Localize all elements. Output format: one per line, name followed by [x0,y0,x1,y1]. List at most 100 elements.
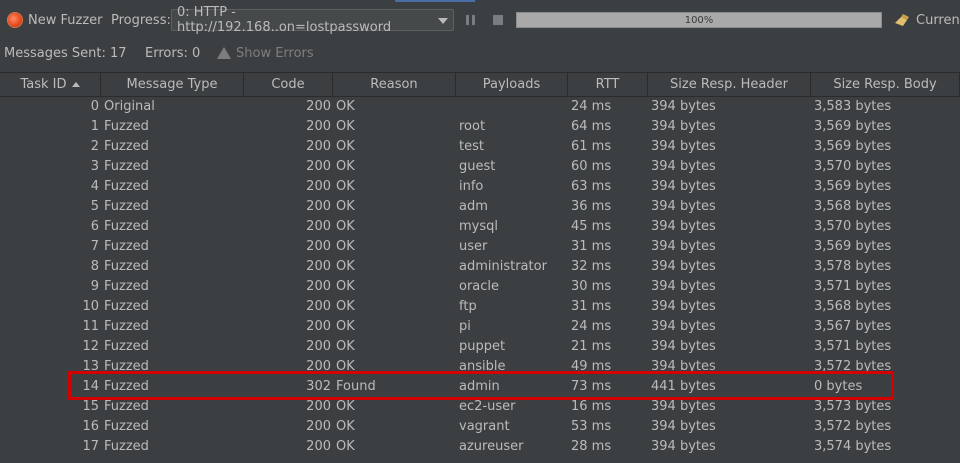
table-row[interactable]: 4 Fuzzed 200 OK info 63 ms 394 bytes 3,569 byte… [0,177,960,197]
cell-task-id: 1 [90,119,99,134]
cell-rtt: 60 ms [571,159,612,174]
cell-message-type: Fuzzed [104,319,149,334]
cell-size-resp-header: 394 bytes [651,179,716,194]
cell-size-resp-body: 3,569 bytes [814,239,892,254]
broom-icon[interactable] [894,13,910,27]
table-row[interactable]: 15 Fuzzed 200 OK ec2-user 16 ms 394 bytes 3,573… [0,397,960,417]
cell-message-type: Fuzzed [104,239,149,254]
cell-payloads: guest [459,159,496,174]
table-row[interactable]: 17 Fuzzed 200 OK azureuser 28 ms 394 bytes 3,57… [0,437,960,457]
table-row[interactable]: 6 Fuzzed 200 OK mysql 45 ms 394 bytes 3,570 byt… [0,217,960,237]
cell-size-resp-header: 394 bytes [651,339,716,354]
cell-payloads: ftp [459,299,477,314]
cell-size-resp-body: 3,570 bytes [814,219,892,234]
cell-code: 200 [306,259,331,274]
cell-size-resp-header: 394 bytes [651,139,716,154]
cell-code: 200 [306,299,331,314]
cell-size-resp-body: 3,572 bytes [814,419,892,434]
cell-size-resp-header: 394 bytes [651,439,716,454]
table-row[interactable]: 11 Fuzzed 200 OK pi 24 ms 394 bytes 3,567 bytes [0,317,960,337]
cell-size-resp-body: 3,568 bytes [814,199,892,214]
messages-sent-count: Messages Sent: 17 [4,45,127,61]
fuzzer-icon [8,13,22,27]
cell-payloads: ansible [459,359,506,374]
cell-code: 200 [306,179,331,194]
cell-payloads: user [459,239,488,254]
table-row[interactable]: 16 Fuzzed 200 OK vagrant 53 ms 394 bytes 3,572 … [0,417,960,437]
cell-message-type: Fuzzed [104,279,149,294]
column-header-size-resp-header[interactable]: Size Resp. Header [648,73,811,96]
new-fuzzer-button[interactable]: New Fuzzer [8,6,102,34]
stop-icon[interactable] [493,15,503,25]
cell-rtt: 24 ms [571,99,612,114]
cell-message-type: Fuzzed [104,339,149,354]
errors-count: Errors: 0 [145,45,201,61]
table-row[interactable]: 12 Fuzzed 200 OK puppet 21 ms 394 bytes 3,571 b… [0,337,960,357]
current-button[interactable]: Current [916,6,960,34]
cell-rtt: 31 ms [571,299,612,314]
fuzz-results-table: Task ID Message Type Code Reason Payloads RTT… [0,72,960,457]
cell-payloads: mysql [459,219,498,234]
progress-select[interactable]: 0: HTTP - http://192.168..on=lostpasswor… [171,5,454,35]
table-row[interactable]: 2 Fuzzed 200 OK test 61 ms 394 bytes 3,569 byte… [0,137,960,157]
cell-task-id: 4 [90,179,99,194]
table-row[interactable]: 8 Fuzzed 200 OK administrator 32 ms 394 bytes 3… [0,257,960,277]
cell-reason: OK [336,279,355,294]
table-row[interactable]: 0 Original 200 OK 24 ms 394 bytes 3,583 bytes [0,97,960,117]
cell-size-resp-body: 3,574 bytes [814,439,892,454]
cell-payloads [459,97,566,117]
table-row[interactable]: 10 Fuzzed 200 OK ftp 31 ms 394 bytes 3,568 byte… [0,297,960,317]
new-fuzzer-label: New Fuzzer [28,12,103,28]
cell-message-type: Fuzzed [104,359,149,374]
column-header-task-id[interactable]: Task ID [0,73,101,96]
cell-reason: Found [336,379,376,394]
column-header-label: Code [271,77,305,92]
cell-size-resp-body: 3,569 bytes [814,119,892,134]
column-header-label: Reason [370,77,418,92]
cell-rtt: 63 ms [571,179,612,194]
cell-rtt: 28 ms [571,439,612,454]
table-row[interactable]: 13 Fuzzed 200 OK ansible 49 ms 394 bytes 3,572 … [0,357,960,377]
table-row[interactable]: 14 Fuzzed 302 Found admin 73 ms 441 bytes 0 byt… [0,377,960,397]
column-header-code[interactable]: Code [244,73,333,96]
column-header-reason[interactable]: Reason [333,73,456,96]
cell-code: 200 [306,439,331,454]
cell-reason: OK [336,339,355,354]
cell-size-resp-header: 394 bytes [651,419,716,434]
cell-size-resp-header: 394 bytes [651,119,716,134]
cell-payloads: vagrant [459,419,510,434]
cell-rtt: 49 ms [571,359,612,374]
column-header-payloads[interactable]: Payloads [456,73,568,96]
cell-rtt: 32 ms [571,259,612,274]
cell-message-type: Fuzzed [104,119,149,134]
table-row[interactable]: 5 Fuzzed 200 OK adm 36 ms 394 bytes 3,568 bytes [0,197,960,217]
cell-size-resp-header: 394 bytes [651,399,716,414]
show-errors-label: Show Errors [236,45,314,61]
cell-size-resp-header: 394 bytes [651,359,716,374]
table-row[interactable]: 1 Fuzzed 200 OK root 64 ms 394 bytes 3,569 byte… [0,117,960,137]
cell-rtt: 36 ms [571,199,612,214]
column-header-label: Size Resp. Header [670,77,788,92]
cell-reason: OK [336,119,355,134]
table-body: 0 Original 200 OK 24 ms 394 bytes 3,583 bytes 1… [0,97,960,457]
chevron-down-icon[interactable] [438,18,448,24]
column-header-size-resp-body[interactable]: Size Resp. Body [811,73,960,96]
column-header-rtt[interactable]: RTT [568,73,648,96]
table-row[interactable]: 7 Fuzzed 200 OK user 31 ms 394 bytes 3,569 byte… [0,237,960,257]
cell-code: 200 [306,279,331,294]
cell-message-type: Fuzzed [104,299,149,314]
table-row[interactable]: 3 Fuzzed 200 OK guest 60 ms 394 bytes 3,570 byt… [0,157,960,177]
cell-message-type: Fuzzed [104,439,149,454]
table-row[interactable]: 9 Fuzzed 200 OK oracle 30 ms 394 bytes 3,571 by… [0,277,960,297]
cell-code: 200 [306,359,331,374]
progress-percent: 100% [684,14,714,26]
cell-reason: OK [336,299,355,314]
pause-icon[interactable] [466,15,476,25]
cell-task-id: 6 [90,219,99,234]
cell-reason: OK [336,159,355,174]
table-header: Task ID Message Type Code Reason Payloads RTT… [0,72,960,97]
show-errors-button[interactable]: Show Errors [217,40,314,66]
column-header-message-type[interactable]: Message Type [101,73,244,96]
cell-payloads: ec2-user [459,399,516,414]
cell-task-id: 9 [90,279,99,294]
